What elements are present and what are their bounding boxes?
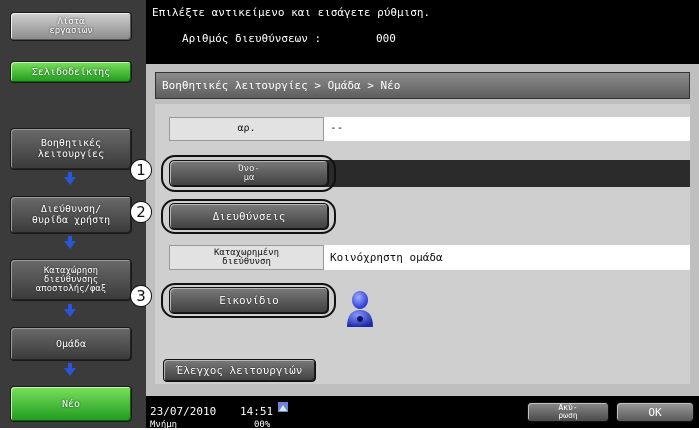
person-icon [347, 291, 373, 327]
cancel-button[interactable]: Ακύ- ρωση [527, 402, 609, 422]
time-text: 14:51 [240, 405, 274, 418]
sidebar-item-new[interactable]: Νέο [10, 386, 132, 422]
down-arrow-icon [64, 177, 76, 185]
sidebar-item-address-box[interactable]: Διεύθυνση/ θυρίδα χρήστη [10, 196, 132, 234]
addresses-button-label: Διευθύνσεις [212, 210, 286, 223]
cancel-label: Ακύ- ρωση [558, 403, 578, 420]
sidebar-item-address-registration[interactable]: Καταχώρηση διεύθυνσης αποστολής/φαξ [10, 259, 132, 301]
network-icon [277, 401, 289, 413]
down-arrow-icon [64, 241, 76, 249]
ok-label: OK [648, 405, 662, 419]
callout-number: 3 [130, 285, 152, 307]
ok-button[interactable]: OK [616, 402, 694, 422]
callout-number: 1 [130, 159, 152, 181]
job-list-button[interactable]: Λίστα εργασιών [10, 12, 132, 41]
name-value-field [324, 160, 690, 187]
down-arrow-icon [64, 368, 76, 376]
sidebar-item-group[interactable]: Ομάδα [10, 327, 132, 361]
number-label: αρ. [169, 117, 324, 141]
name-button[interactable]: Όνο- μα [169, 160, 329, 187]
bookmark-label: Σελιδοδείκτης [31, 66, 111, 78]
job-list-label: Λίστα εργασιών [49, 16, 93, 36]
check-functions-label: Έλεγχος λειτουργιών [176, 364, 303, 377]
sidebar-item-label: Καταχώρηση διεύθυνσης αποστολής/φαξ [35, 265, 107, 294]
addresses-button[interactable]: Διευθύνσεις [169, 203, 329, 230]
breadcrumb: Βοηθητικές λειτουργίες > Ομάδα > Νέο [155, 72, 690, 99]
name-button-label: Όνο- μα [238, 163, 260, 183]
sidebar-item-utility[interactable]: Βοηθητικές λειτουργίες [10, 128, 132, 170]
check-functions-button[interactable]: Έλεγχος λειτουργιών [163, 359, 316, 382]
callout-number: 2 [130, 201, 152, 223]
address-count-value: 000 [376, 32, 396, 45]
memory-label: Μνήμη [150, 420, 178, 430]
number-value: -- [324, 117, 690, 141]
registered-address-value: Κοινόχρηστη ομάδα [324, 245, 690, 270]
icon-button-label: Εικονίδιο [219, 294, 279, 307]
message-bar: Επιλέξτε αντικείμενο και εισάγετε ρύθμισ… [146, 0, 699, 64]
sidebar-item-label: Νέο [61, 398, 81, 410]
bookmark-button[interactable]: Σελιδοδείκτης [10, 61, 132, 83]
date-text: 23/07/2010 [150, 405, 217, 418]
icon-button[interactable]: Εικονίδιο [169, 287, 329, 314]
instruction-text: Επιλέξτε αντικείμενο και εισάγετε ρύθμισ… [152, 6, 431, 19]
sidebar-item-label: Ομάδα [55, 338, 87, 350]
registered-address-label: Καταχωρημένη διεύθυνση [169, 245, 324, 270]
address-count-label: Αριθμός διευθύνσεων : [182, 32, 322, 45]
sidebar-item-label: Διεύθυνση/ θυρίδα χρήστη [31, 204, 111, 226]
registered-address-label-text: Καταχωρημένη διεύθυνση [213, 247, 280, 267]
memory-value: 00% [254, 420, 271, 430]
down-arrow-icon [64, 309, 76, 317]
form-area [155, 104, 690, 384]
sidebar-item-label: Βοηθητικές λειτουργίες [37, 138, 105, 160]
